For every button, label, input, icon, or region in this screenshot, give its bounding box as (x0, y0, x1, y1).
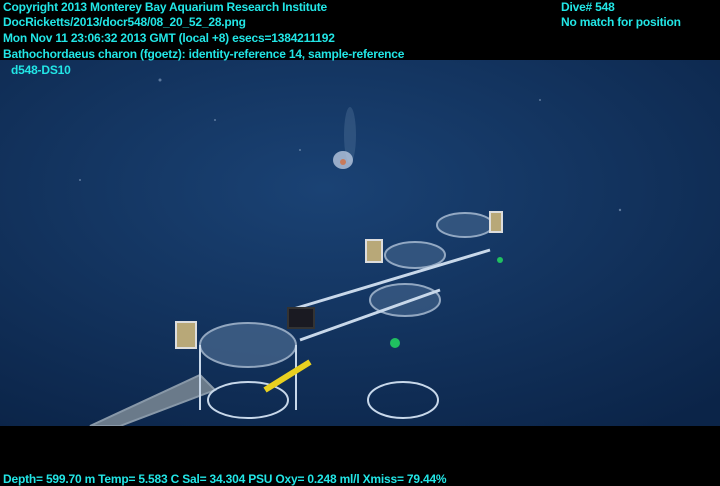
underwater-scene (0, 60, 720, 426)
sensor-readout-text: Depth= 599.70 m Temp= 5.583 C Sal= 34.30… (3, 472, 447, 486)
dive-number-text: Dive# 548 (561, 0, 615, 14)
rov-video-frame: Copyright 2013 Monterey Bay Aquarium Res… (0, 0, 720, 486)
copyright-text: Copyright 2013 Monterey Bay Aquarium Res… (3, 0, 327, 14)
annotation-continued-text: d548-DS10 (11, 63, 71, 77)
annotation-text: Bathochordaeus charon (fgoetz): identity… (3, 47, 405, 61)
position-status-text: No match for position (561, 15, 681, 29)
file-path-text: DocRicketts/2013/docr548/08_20_52_28.png (3, 15, 246, 29)
timestamp-text: Mon Nov 11 23:06:32 2013 GMT (local +8) … (3, 31, 335, 45)
